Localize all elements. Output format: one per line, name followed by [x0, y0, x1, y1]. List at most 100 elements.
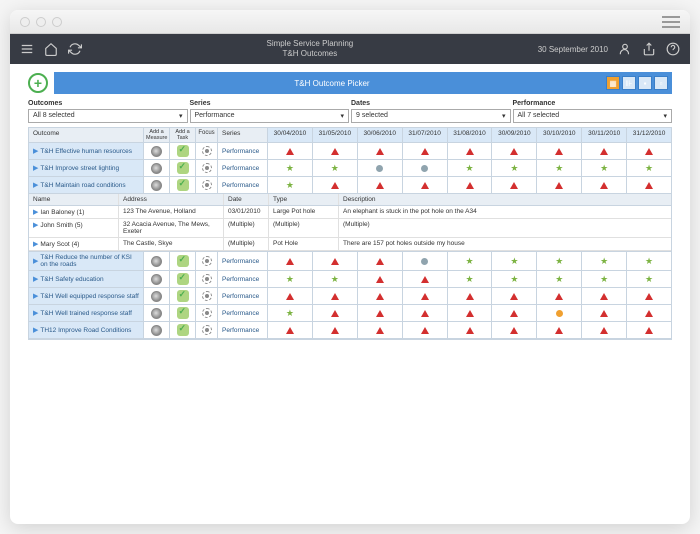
help-icon[interactable]	[666, 42, 680, 56]
add-task-cell[interactable]	[170, 252, 196, 270]
value-cell: ★	[537, 252, 582, 270]
focus-cell[interactable]	[196, 177, 218, 193]
sub-name[interactable]: ▶Ian Baloney (1)	[29, 206, 119, 218]
focus-cell[interactable]	[196, 252, 218, 270]
value-cell: ★	[313, 160, 358, 176]
add-task-cell[interactable]	[170, 322, 196, 338]
add-measure-cell[interactable]	[144, 143, 170, 159]
col-date[interactable]: 31/08/2010	[448, 128, 493, 142]
add-task-cell[interactable]	[170, 177, 196, 193]
expand-icon[interactable]: ▶	[33, 147, 38, 155]
sub-col-desc[interactable]: Description	[339, 194, 671, 205]
outcome-cell[interactable]: ▶T&H Maintain road conditions	[29, 177, 144, 193]
col-series[interactable]: Series	[218, 128, 268, 142]
filter-performance[interactable]: All 7 selected▾	[513, 109, 673, 123]
expand-icon[interactable]: ▶	[33, 309, 38, 317]
col-measure[interactable]: Add a Measure	[144, 128, 170, 142]
focus-cell[interactable]	[196, 288, 218, 304]
add-task-cell[interactable]	[170, 271, 196, 287]
focus-cell[interactable]	[196, 305, 218, 321]
col-date[interactable]: 30/11/2010	[582, 128, 627, 142]
share-icon[interactable]	[642, 42, 656, 56]
expand-icon[interactable]: ▶	[33, 222, 38, 229]
series-cell[interactable]: Performance	[218, 252, 268, 270]
expand-icon[interactable]: ▶	[33, 326, 38, 334]
col-date[interactable]: 30/04/2010	[268, 128, 313, 142]
expand-icon[interactable]: ▶	[33, 209, 38, 216]
add-task-cell[interactable]	[170, 160, 196, 176]
series-cell[interactable]: Performance	[218, 177, 268, 193]
add-task-cell[interactable]	[170, 143, 196, 159]
view-btn-2[interactable]: ⊪	[622, 76, 636, 90]
value-cell: ★	[448, 271, 493, 287]
col-task[interactable]: Add a Task	[170, 128, 196, 142]
expand-icon[interactable]: ▶	[33, 275, 38, 283]
outcome-cell[interactable]: ▶T&H Safety education	[29, 271, 144, 287]
add-task-cell[interactable]	[170, 305, 196, 321]
col-date[interactable]: 30/10/2010	[537, 128, 582, 142]
user-icon[interactable]	[618, 42, 632, 56]
filter-outcomes[interactable]: All 8 selected▾	[28, 109, 188, 123]
sub-name[interactable]: ▶Mary Scot (4)	[29, 238, 119, 250]
home-icon[interactable]	[44, 42, 58, 56]
green-star-icon: ★	[555, 256, 563, 267]
max-dot[interactable]	[52, 17, 62, 27]
sub-col-date[interactable]: Date	[224, 194, 269, 205]
outcome-cell[interactable]: ▶T&H Reduce the number of KSI on the roa…	[29, 252, 144, 270]
add-measure-cell[interactable]	[144, 160, 170, 176]
sub-name[interactable]: ▶John Smith (5)	[29, 219, 119, 237]
col-focus[interactable]: Focus	[196, 128, 218, 142]
outcome-cell[interactable]: ▶T&H Effective human resources	[29, 143, 144, 159]
focus-cell[interactable]	[196, 271, 218, 287]
outcome-cell[interactable]: ▶T&H Well trained response staff	[29, 305, 144, 321]
min-dot[interactable]	[36, 17, 46, 27]
view-btn-4[interactable]: ▫	[654, 76, 668, 90]
series-cell[interactable]: Performance	[218, 160, 268, 176]
add-button[interactable]: +	[28, 73, 48, 93]
refresh-icon[interactable]	[68, 42, 82, 56]
value-cell: ★	[448, 252, 493, 270]
filter-series[interactable]: Performance▾	[190, 109, 350, 123]
col-date[interactable]: 30/09/2010	[492, 128, 537, 142]
expand-icon[interactable]: ▶	[33, 257, 38, 265]
outcome-cell[interactable]: ▶T&H Well equipped response staff	[29, 288, 144, 304]
outcome-cell[interactable]: ▶TH12 Improve Road Conditions	[29, 322, 144, 338]
sub-col-address[interactable]: Address	[119, 194, 224, 205]
add-measure-cell[interactable]	[144, 305, 170, 321]
expand-icon[interactable]: ▶	[33, 164, 38, 172]
green-star-icon: ★	[510, 163, 518, 174]
filter-dates[interactable]: 9 selected▾	[351, 109, 511, 123]
add-measure-cell[interactable]	[144, 288, 170, 304]
expand-icon[interactable]: ▶	[33, 241, 38, 248]
expand-icon[interactable]: ▶	[33, 181, 38, 189]
sub-col-name[interactable]: Name	[29, 194, 119, 205]
focus-cell[interactable]	[196, 143, 218, 159]
add-measure-cell[interactable]	[144, 252, 170, 270]
view-btn-3[interactable]: ▪	[638, 76, 652, 90]
hamburger-icon[interactable]	[20, 42, 34, 56]
red-triangle-icon	[376, 182, 384, 189]
series-cell[interactable]: Performance	[218, 271, 268, 287]
menu-icon[interactable]	[662, 16, 680, 28]
sub-col-type[interactable]: Type	[269, 194, 339, 205]
series-cell[interactable]: Performance	[218, 288, 268, 304]
col-outcome[interactable]: Outcome	[29, 128, 144, 142]
col-date[interactable]: 31/07/2010	[403, 128, 448, 142]
series-cell[interactable]: Performance	[218, 305, 268, 321]
outcome-cell[interactable]: ▶T&H Improve street lighting	[29, 160, 144, 176]
close-dot[interactable]	[20, 17, 30, 27]
value-cell	[403, 160, 448, 176]
add-task-cell[interactable]	[170, 288, 196, 304]
focus-cell[interactable]	[196, 322, 218, 338]
series-cell[interactable]: Performance	[218, 143, 268, 159]
focus-cell[interactable]	[196, 160, 218, 176]
add-measure-cell[interactable]	[144, 177, 170, 193]
col-date[interactable]: 31/12/2010	[627, 128, 671, 142]
view-btn-1[interactable]: ▦	[606, 76, 620, 90]
add-measure-cell[interactable]	[144, 322, 170, 338]
col-date[interactable]: 31/05/2010	[313, 128, 358, 142]
expand-icon[interactable]: ▶	[33, 292, 38, 300]
series-cell[interactable]: Performance	[218, 322, 268, 338]
col-date[interactable]: 30/06/2010	[358, 128, 403, 142]
add-measure-cell[interactable]	[144, 271, 170, 287]
